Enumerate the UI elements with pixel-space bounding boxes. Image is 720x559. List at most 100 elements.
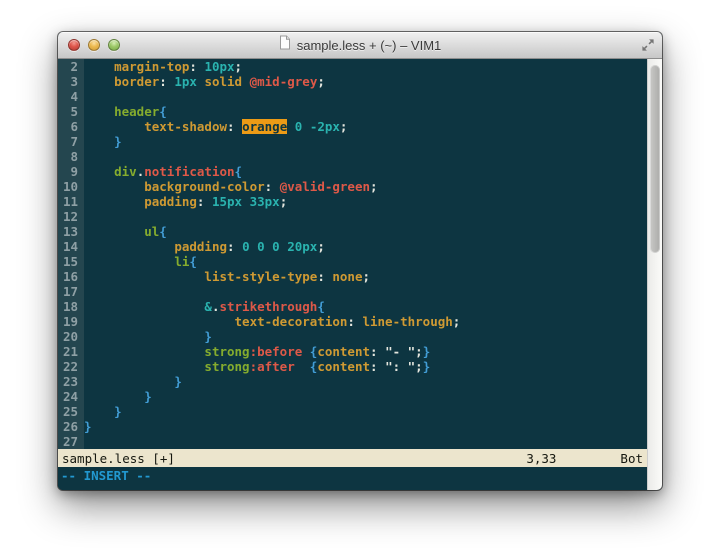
line-number: 4: [58, 89, 84, 104]
code-text: padding: 0 0 0 20px;: [84, 239, 325, 254]
code-lines[interactable]: 2 margin-top: 10px;3 border: 1px solid @…: [58, 59, 647, 449]
code-line[interactable]: 15 li{: [58, 254, 647, 269]
code-line[interactable]: 13 ul{: [58, 224, 647, 239]
line-number: 27: [58, 434, 84, 449]
code-token: }: [174, 374, 182, 389]
line-number: 3: [58, 74, 84, 89]
scrollbar-thumb[interactable]: [650, 65, 660, 253]
code-token: content: [317, 344, 370, 359]
code-token: ;: [317, 239, 325, 254]
code-token: :: [197, 194, 212, 209]
code-token: @valid-green: [280, 179, 370, 194]
line-number: 14: [58, 239, 84, 254]
code-token: [84, 74, 114, 89]
line-number: 21: [58, 344, 84, 359]
traffic-lights: [68, 32, 120, 58]
fullscreen-icon[interactable]: [641, 38, 655, 52]
zoom-button[interactable]: [108, 39, 120, 51]
vim-modeline: -- INSERT --: [58, 467, 647, 490]
line-number: 6: [58, 119, 84, 134]
code-line[interactable]: 22 strong:after {content: ": ";}: [58, 359, 647, 374]
code-text: div.notification{: [84, 164, 242, 179]
code-line[interactable]: 27: [58, 434, 647, 449]
line-number: 17: [58, 284, 84, 299]
window-body: 2 margin-top: 10px;3 border: 1px solid @…: [58, 59, 662, 490]
code-line[interactable]: 9 div.notification{: [58, 164, 647, 179]
code-text: }: [84, 404, 122, 419]
code-token: ;: [453, 314, 461, 329]
code-token: line-through: [362, 314, 452, 329]
code-token: [84, 164, 114, 179]
code-line[interactable]: 24 }: [58, 389, 647, 404]
code-token: background-color: [144, 179, 264, 194]
window-title: sample.less + (~) – VIM1: [297, 38, 442, 53]
code-text: }: [84, 419, 92, 434]
code-token: {: [159, 104, 167, 119]
code-token: [84, 404, 114, 419]
vim-window: sample.less + (~) – VIM1 2 margin-top: 1…: [58, 32, 662, 490]
code-text: }: [84, 374, 182, 389]
code-token: [84, 104, 114, 119]
code-line[interactable]: 14 padding: 0 0 0 20px;: [58, 239, 647, 254]
code-line[interactable]: 12: [58, 209, 647, 224]
code-text: text-decoration: line-through;: [84, 314, 460, 329]
editor-main: 2 margin-top: 10px;3 border: 1px solid @…: [58, 59, 647, 490]
code-line[interactable]: 3 border: 1px solid @mid-grey;: [58, 74, 647, 89]
code-text: text-shadow: orange 0 -2px;: [84, 119, 347, 134]
code-line[interactable]: 4: [58, 89, 647, 104]
line-number: 18: [58, 299, 84, 314]
line-number: 19: [58, 314, 84, 329]
code-token: :: [159, 74, 174, 89]
code-token: : ": ";: [370, 359, 423, 374]
code-text: border: 1px solid @mid-grey;: [84, 74, 325, 89]
code-token: :: [317, 269, 332, 284]
line-number: 16: [58, 269, 84, 284]
line-number: 23: [58, 374, 84, 389]
code-line[interactable]: 2 margin-top: 10px;: [58, 59, 647, 74]
vim-statusline: sample.less [+] 3,33 Bot: [58, 449, 647, 467]
code-line[interactable]: 19 text-decoration: line-through;: [58, 314, 647, 329]
code-line[interactable]: 21 strong:before {content: "- ";}: [58, 344, 647, 359]
code-token: [84, 224, 144, 239]
code-line[interactable]: 25 }: [58, 404, 647, 419]
code-token: 1px: [174, 74, 197, 89]
code-token: ;: [340, 119, 348, 134]
code-text: padding: 15px 33px;: [84, 194, 287, 209]
code-token: [295, 359, 310, 374]
code-token: }: [423, 344, 431, 359]
code-line[interactable]: 26}: [58, 419, 647, 434]
document-icon: [279, 35, 291, 55]
code-token: {: [159, 224, 167, 239]
code-line[interactable]: 10 background-color: @valid-green;: [58, 179, 647, 194]
code-line[interactable]: 5 header{: [58, 104, 647, 119]
code-token: [84, 239, 174, 254]
code-token: [84, 389, 144, 404]
code-token: margin-top: [114, 59, 189, 74]
code-line[interactable]: 16 list-style-type: none;: [58, 269, 647, 284]
code-line[interactable]: 20 }: [58, 329, 647, 344]
code-token: ;: [280, 194, 288, 209]
code-token: ;: [362, 269, 370, 284]
code-token: ;: [370, 179, 378, 194]
code-token: [84, 269, 204, 284]
code-token: }: [423, 359, 431, 374]
scrollbar-track[interactable]: [647, 59, 662, 490]
close-button[interactable]: [68, 39, 80, 51]
code-line[interactable]: 6 text-shadow: orange 0 -2px;: [58, 119, 647, 134]
code-line[interactable]: 18 &.strikethrough{: [58, 299, 647, 314]
code-line[interactable]: 8: [58, 149, 647, 164]
code-token: @mid-grey: [250, 74, 318, 89]
line-number: 2: [58, 59, 84, 74]
code-line[interactable]: 11 padding: 15px 33px;: [58, 194, 647, 209]
code-token: :before: [250, 344, 303, 359]
code-token: [84, 194, 144, 209]
code-token: }: [144, 389, 152, 404]
code-token: [84, 119, 144, 134]
code-text: li{: [84, 254, 197, 269]
code-token: [84, 359, 204, 374]
titlebar[interactable]: sample.less + (~) – VIM1: [58, 32, 662, 59]
code-line[interactable]: 7 }: [58, 134, 647, 149]
code-line[interactable]: 17: [58, 284, 647, 299]
minimize-button[interactable]: [88, 39, 100, 51]
code-line[interactable]: 23 }: [58, 374, 647, 389]
